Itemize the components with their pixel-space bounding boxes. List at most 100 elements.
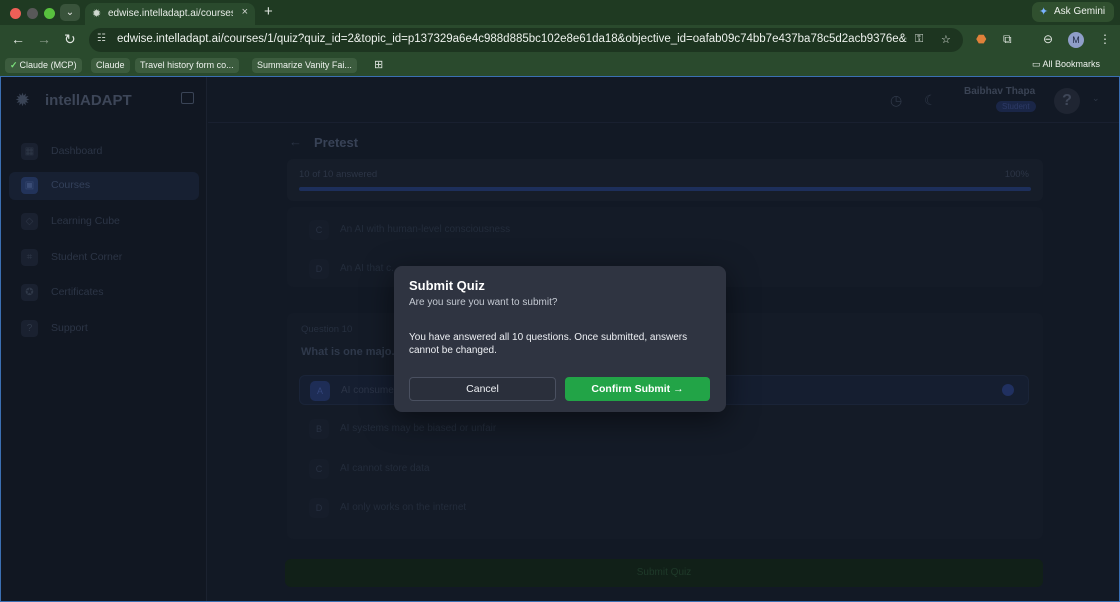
apps-grid-icon[interactable]: ⊞: [374, 58, 383, 71]
support-icon: ?: [21, 320, 38, 337]
sidebar-item-label: Dashboard: [51, 145, 103, 157]
new-tab-button[interactable]: +: [264, 3, 273, 20]
option-text: AI cannot store data: [340, 463, 430, 474]
confirm-submit-button[interactable]: Confirm Submit →: [565, 377, 710, 401]
progress-percent: 100%: [1004, 169, 1029, 180]
progress-text: 10 of 10 answered: [299, 169, 378, 180]
bookmark-label: Summarize Vanity Fai...: [257, 60, 352, 70]
option-text: An AI that c...: [340, 263, 400, 274]
selected-radio-icon: [1002, 384, 1014, 396]
bookmark-label: Travel history form co...: [140, 60, 234, 70]
sidebar-item-label: Courses: [51, 179, 91, 191]
sidebar-item-label: Student Corner: [51, 251, 123, 263]
option-letter: D: [309, 259, 329, 279]
bookmark-summarize[interactable]: Summarize Vanity Fai...: [252, 58, 357, 73]
reload-icon[interactable]: ↻: [64, 31, 76, 48]
all-bookmarks-label: All Bookmarks: [1042, 59, 1101, 69]
sidebar: ✹ intellADAPT ▦ Dashboard ▣ Courses ◇ Le…: [1, 77, 207, 601]
option-text: AI systems may be biased or unfair: [340, 423, 497, 434]
forward-arrow-icon[interactable]: →: [37, 31, 51, 47]
submit-quiz-button[interactable]: Submit Quiz: [285, 559, 1043, 587]
tab-search-button[interactable]: ⌄: [60, 4, 80, 21]
quiz-progress-card: 10 of 10 answered 100%: [287, 159, 1043, 201]
check-icon: ✓: [10, 60, 18, 70]
option-letter: C: [309, 220, 329, 240]
option-text: AI only works on the internet: [340, 502, 467, 513]
app-topbar: ◷ ☾ Baibhav Thapa Student ? ⌄: [208, 77, 1119, 123]
all-bookmarks-button[interactable]: ▭ All Bookmarks: [1032, 59, 1100, 70]
answer-option-c[interactable]: C An AI with human-level consciousness: [299, 215, 1029, 245]
bookmark-label: Claude (MCP): [19, 60, 77, 70]
chevron-down-icon: ⌄: [65, 7, 75, 18]
bookmark-label: Claude: [96, 60, 125, 70]
answer-option-c[interactable]: C AI cannot store data: [299, 454, 1029, 484]
back-arrow-icon[interactable]: ←: [11, 31, 25, 47]
option-letter: C: [309, 459, 329, 479]
answer-option-b[interactable]: B AI systems may be biased or unfair: [299, 414, 1029, 444]
option-letter: D: [309, 498, 329, 518]
sidebar-item-certificates[interactable]: ✪ Certificates: [9, 279, 199, 307]
intelladapt-logo-icon: ✹: [15, 90, 31, 110]
dialog-subtitle: Are you sure you want to submit?: [409, 297, 558, 308]
bookmark-star-icon[interactable]: ☆: [941, 33, 951, 46]
browser-titlebar: ⌄ ✹ edwise.intelladapt.ai/courses/ × + ✦…: [0, 0, 1120, 25]
sidebar-item-courses[interactable]: ▣ Courses: [9, 172, 199, 200]
sidebar-item-student-corner[interactable]: ⌗ Student Corner: [9, 244, 199, 272]
tab-title: edwise.intelladapt.ai/courses/: [108, 8, 233, 19]
courses-icon: ▣: [21, 177, 38, 194]
role-badge: Student: [996, 101, 1036, 112]
bookmark-travel-history[interactable]: Travel history form co...: [135, 58, 239, 73]
maximize-window-button[interactable]: [44, 8, 55, 19]
sidebar-item-label: Certificates: [51, 286, 104, 298]
option-text: An AI with human-level consciousness: [340, 224, 511, 235]
student-corner-icon: ⌗: [21, 249, 38, 266]
sidebar-item-learning-cube[interactable]: ◇ Learning Cube: [9, 208, 199, 236]
certificate-icon: ✪: [21, 284, 38, 301]
sidepanel-icon[interactable]: ⊖: [1043, 32, 1053, 46]
progress-fill: [299, 187, 1031, 191]
address-bar[interactable]: ☷ edwise.intelladapt.ai/courses/1/quiz?q…: [89, 28, 963, 52]
minimize-window-button[interactable]: [27, 8, 38, 19]
sidebar-item-label: Support: [51, 322, 88, 334]
back-arrow-icon[interactable]: ←: [289, 134, 302, 149]
sidebar-item-label: Learning Cube: [51, 215, 120, 227]
bookmarks-bar: ✓ Claude (MCP) Claude Travel history form…: [0, 55, 1120, 76]
url-text: edwise.intelladapt.ai/courses/1/quiz?qui…: [117, 33, 907, 45]
bookmark-claude-mcp[interactable]: ✓ Claude (MCP): [5, 58, 82, 73]
learning-cube-icon: ◇: [21, 213, 38, 230]
submit-quiz-dialog: Submit Quiz Are you sure you want to sub…: [394, 266, 726, 412]
folder-icon: ▭: [1032, 59, 1041, 69]
page-title: Pretest: [314, 135, 359, 150]
site-settings-icon[interactable]: ☷: [97, 33, 106, 44]
sidebar-item-dashboard[interactable]: ▦ Dashboard: [9, 138, 199, 166]
chevron-down-icon[interactable]: ⌄: [1092, 93, 1100, 104]
tab-close-icon[interactable]: ×: [242, 6, 248, 18]
option-letter: B: [309, 419, 329, 439]
password-key-icon[interactable]: ⚿: [915, 33, 923, 46]
kebab-menu-icon[interactable]: ⋮: [1099, 32, 1111, 46]
question-text: What is one majo...: [301, 346, 401, 358]
gemini-sparkle-icon: ✦: [1039, 6, 1049, 18]
close-window-button[interactable]: [10, 8, 21, 19]
dark-mode-moon-icon[interactable]: ☾: [924, 92, 937, 109]
option-text: AI consume...: [341, 385, 403, 396]
browser-tab[interactable]: ✹ edwise.intelladapt.ai/courses/ ×: [85, 3, 255, 25]
profile-avatar[interactable]: M: [1068, 32, 1084, 48]
user-name: Baibhav Thapa: [964, 86, 1036, 97]
dialog-message: You have answered all 10 questions. Once…: [409, 332, 688, 356]
clock-icon[interactable]: ◷: [890, 92, 902, 109]
sidebar-collapse-icon[interactable]: [181, 92, 194, 104]
ask-gemini-button[interactable]: ✦ Ask Gemini: [1032, 2, 1114, 22]
extension-icon[interactable]: ⬣: [976, 32, 986, 46]
extensions-puzzle-icon[interactable]: ⧉: [1003, 32, 1012, 47]
answer-option-d[interactable]: D AI only works on the internet: [299, 493, 1029, 523]
browser-toolbar: ← → ↻ ☷ edwise.intelladapt.ai/courses/1/…: [0, 25, 1120, 55]
help-question-icon[interactable]: ?: [1054, 88, 1080, 114]
bookmark-claude[interactable]: Claude: [91, 58, 130, 73]
app-logo-text: intellADAPT: [45, 92, 132, 109]
question-number: Question 10: [301, 324, 353, 335]
sidebar-item-support[interactable]: ? Support: [9, 315, 199, 343]
option-letter: A: [310, 381, 330, 401]
cancel-button[interactable]: Cancel: [409, 377, 556, 401]
dashboard-icon: ▦: [21, 143, 38, 160]
